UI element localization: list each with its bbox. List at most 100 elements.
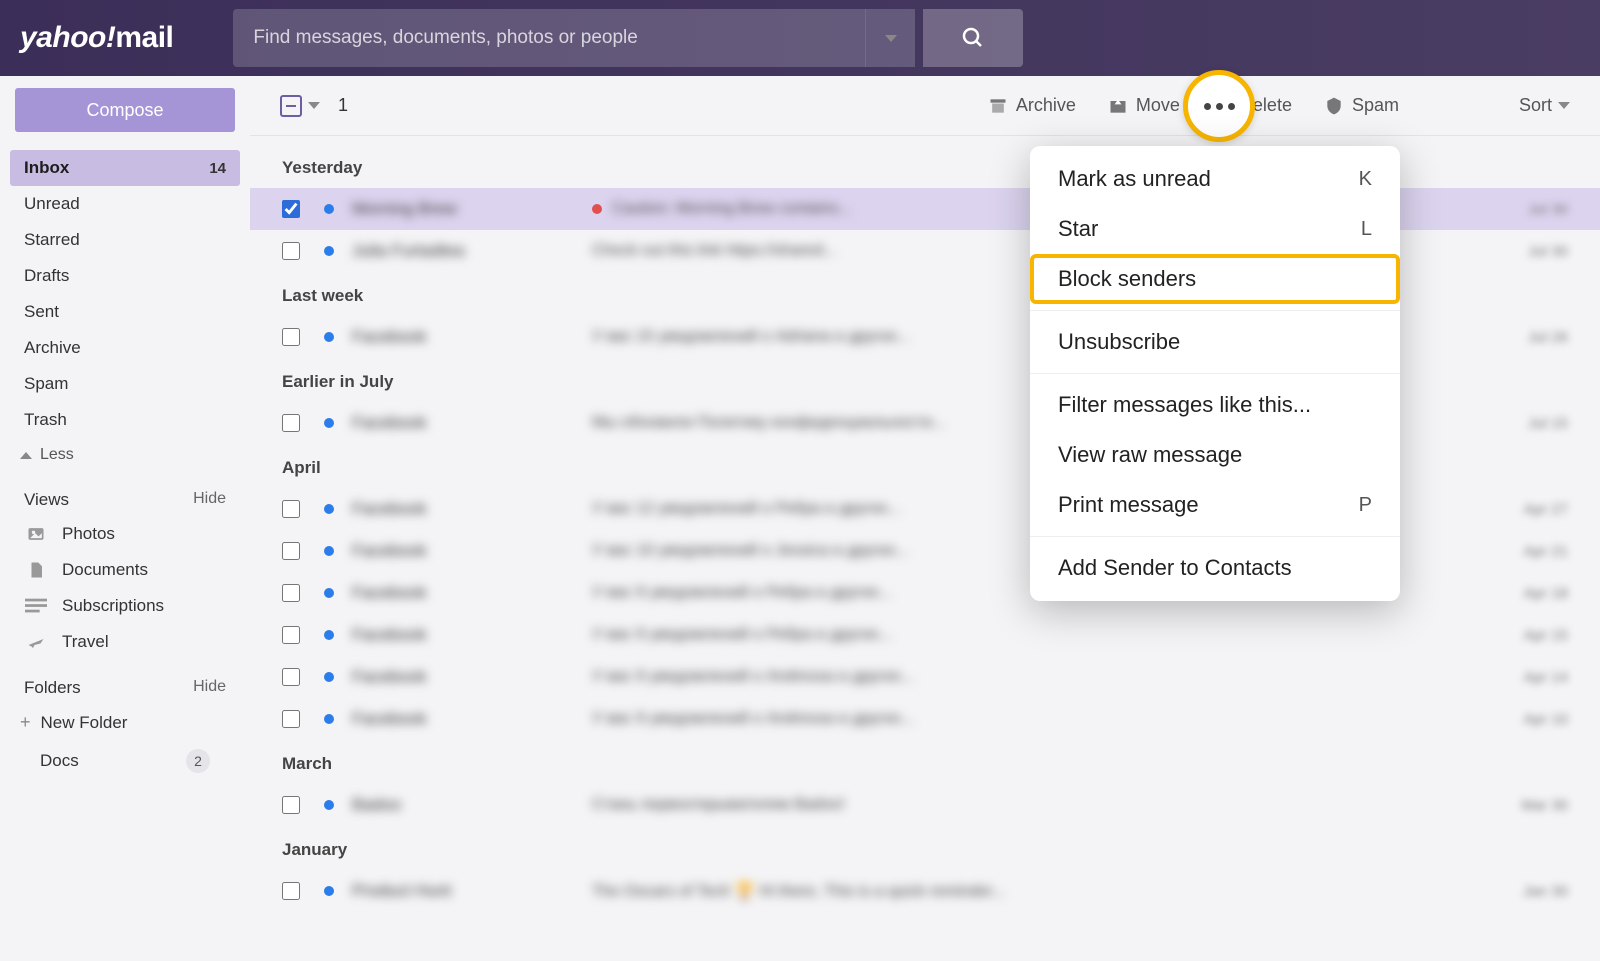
sidebar-folder-starred[interactable]: Starred xyxy=(10,222,240,258)
unread-dot-icon xyxy=(324,588,334,598)
unread-dot-icon xyxy=(324,714,334,724)
row-checkbox[interactable] xyxy=(282,882,300,900)
search-input[interactable] xyxy=(233,9,865,67)
search-button[interactable] xyxy=(923,9,1023,67)
menu-item-label: Block senders xyxy=(1058,266,1196,292)
user-folder-docs[interactable]: Docs2 xyxy=(10,741,240,781)
views-heading: Views Hide xyxy=(10,472,240,516)
search-dropdown[interactable] xyxy=(865,9,915,67)
menu-shortcut: L xyxy=(1361,218,1372,241)
red-dot-icon xyxy=(592,204,602,214)
spam-button[interactable]: Spam xyxy=(1324,95,1399,116)
row-checkbox[interactable] xyxy=(282,200,300,218)
message-date: Apr 21 xyxy=(1488,543,1568,560)
menu-item-block-senders[interactable]: Block senders xyxy=(1030,254,1400,304)
doc-icon xyxy=(24,560,48,580)
context-menu: Mark as unread K StarL Block senders Unsubsc… xyxy=(1030,146,1400,601)
chevron-down-icon xyxy=(308,102,320,109)
menu-divider xyxy=(1030,373,1400,374)
chevron-up-icon xyxy=(20,452,32,459)
folder-label: Trash xyxy=(24,410,67,430)
message-sender: Morning Brew xyxy=(352,199,592,219)
chevron-down-icon xyxy=(885,35,897,42)
menu-shortcut: K xyxy=(1359,168,1372,191)
views-hide-toggle[interactable]: Hide xyxy=(193,490,226,510)
folder-label: Archive xyxy=(24,338,81,358)
menu-item-label: Mark as unread xyxy=(1058,166,1211,192)
message-sender: Facebook xyxy=(352,625,592,645)
sidebar-folder-drafts[interactable]: Drafts xyxy=(10,258,240,294)
sidebar-less-toggle[interactable]: Less xyxy=(10,438,240,472)
view-travel[interactable]: Travel xyxy=(10,624,240,660)
subs-icon xyxy=(24,598,48,614)
archive-button[interactable]: Archive xyxy=(988,95,1076,116)
folder-label: Docs xyxy=(40,751,79,771)
move-button[interactable]: Move xyxy=(1108,95,1180,116)
message-sender: Product Hunt xyxy=(352,881,592,901)
row-checkbox[interactable] xyxy=(282,542,300,560)
sidebar-folder-unread[interactable]: Unread xyxy=(10,186,240,222)
row-checkbox[interactable] xyxy=(282,584,300,602)
message-row[interactable]: BadooСтань первооткрывателем Badoo!Mar 3… xyxy=(250,784,1600,826)
folder-label: Starred xyxy=(24,230,80,250)
message-date: Apr 18 xyxy=(1488,585,1568,602)
menu-item-view-raw-message[interactable]: View raw message xyxy=(1030,430,1400,480)
menu-item-print-message[interactable]: Print message P xyxy=(1030,480,1400,530)
message-sender: Facebook xyxy=(352,709,592,729)
move-icon xyxy=(1108,96,1128,116)
new-folder-button[interactable]: + New Folder xyxy=(10,704,240,741)
row-checkbox[interactable] xyxy=(282,242,300,260)
row-checkbox[interactable] xyxy=(282,796,300,814)
plus-icon: + xyxy=(20,712,31,733)
message-date: Apr 14 xyxy=(1488,669,1568,686)
message-sender: Facebook xyxy=(352,583,592,603)
message-date: Jul 26 xyxy=(1488,329,1568,346)
menu-item-star[interactable]: StarL xyxy=(1030,204,1400,254)
menu-item-mark-as-unread[interactable]: Mark as unread K xyxy=(1030,154,1400,204)
unread-dot-icon xyxy=(324,800,334,810)
view-photos[interactable]: Photos xyxy=(10,516,240,552)
row-checkbox[interactable] xyxy=(282,414,300,432)
view-label: Travel xyxy=(62,632,109,652)
selected-count: 1 xyxy=(338,95,348,116)
message-row[interactable]: FacebookУ вас 9 уведомлений о Andressa и… xyxy=(250,698,1600,740)
plane-icon xyxy=(24,633,48,651)
message-sender: Facebook xyxy=(352,413,592,433)
compose-button[interactable]: Compose xyxy=(15,88,235,132)
folder-badge: 14 xyxy=(209,160,226,177)
menu-item-unsubscribe[interactable]: Unsubscribe xyxy=(1030,317,1400,367)
toolbar: 1 Archive Move Delete Spam Sort xyxy=(250,76,1600,136)
view-documents[interactable]: Documents xyxy=(10,552,240,588)
menu-item-label: Print message xyxy=(1058,492,1199,518)
more-actions-button[interactable] xyxy=(1183,70,1255,142)
menu-item-filter-messages-like-this[interactable]: Filter messages like this... xyxy=(1030,380,1400,430)
row-checkbox[interactable] xyxy=(282,710,300,728)
message-row[interactable]: Product HuntThe Oscars of Tech 🏆 Hi ther… xyxy=(250,870,1600,912)
sidebar: Compose Inbox 14 Unread Starred Drafts Sent Ar… xyxy=(0,76,250,961)
select-all-control[interactable]: 1 xyxy=(280,95,348,117)
folders-hide-toggle[interactable]: Hide xyxy=(193,678,226,698)
row-checkbox[interactable] xyxy=(282,500,300,518)
view-label: Subscriptions xyxy=(62,596,164,616)
sidebar-folder-trash[interactable]: Trash xyxy=(10,402,240,438)
sidebar-folder-inbox[interactable]: Inbox 14 xyxy=(10,150,240,186)
message-date: Jul 30 xyxy=(1488,243,1568,260)
view-subscriptions[interactable]: Subscriptions xyxy=(10,588,240,624)
menu-item-label: Unsubscribe xyxy=(1058,329,1180,355)
message-row[interactable]: FacebookУ вас 9 уведомлений о Andressa и… xyxy=(250,656,1600,698)
row-checkbox[interactable] xyxy=(282,668,300,686)
message-row[interactable]: FacebookУ вас 9 уведомлений о Ребра и др… xyxy=(250,614,1600,656)
sidebar-folder-archive[interactable]: Archive xyxy=(10,330,240,366)
sort-button[interactable]: Sort xyxy=(1519,95,1570,116)
sidebar-folder-spam[interactable]: Spam xyxy=(10,366,240,402)
row-checkbox[interactable] xyxy=(282,328,300,346)
menu-shortcut: P xyxy=(1359,494,1372,517)
message-subject: У вас 9 уведомлений о Andressa и других.… xyxy=(592,710,1488,728)
view-label: Photos xyxy=(62,524,115,544)
sidebar-folder-sent[interactable]: Sent xyxy=(10,294,240,330)
message-subject: The Oscars of Tech 🏆 Hi there, This is a… xyxy=(592,881,1488,901)
row-checkbox[interactable] xyxy=(282,626,300,644)
folder-label: Inbox xyxy=(24,158,69,178)
menu-item-add-sender-to-contacts[interactable]: Add Sender to Contacts xyxy=(1030,543,1400,593)
folder-label: Drafts xyxy=(24,266,69,286)
